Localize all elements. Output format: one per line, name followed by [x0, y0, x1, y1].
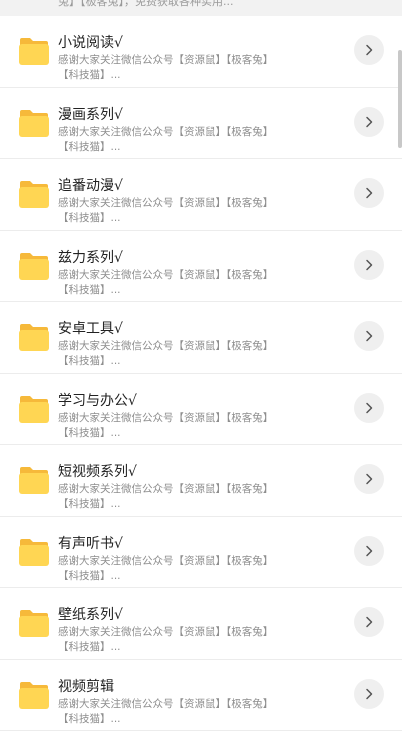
item-desc: 感谢大家关注微信公众号【资源鼠】【极客兔】【科技猫】...	[58, 53, 270, 83]
list-item[interactable]: 追番动漫√ 感谢大家关注微信公众号【资源鼠】【极客兔】【科技猫】...	[0, 159, 402, 231]
item-desc: 感谢大家关注微信公众号【资源鼠】【极客兔】【科技猫】...	[58, 411, 270, 441]
chevron-right-icon[interactable]	[354, 321, 384, 351]
item-title: 安卓工具√	[58, 318, 123, 338]
folder-icon	[18, 36, 50, 66]
chevron-right-icon[interactable]	[354, 464, 384, 494]
item-desc: 感谢大家关注微信公众号【资源鼠】【极客兔】【科技猫】...	[58, 339, 270, 369]
folder-icon	[18, 322, 50, 352]
chevron-right-icon[interactable]	[354, 536, 384, 566]
folder-icon	[18, 537, 50, 567]
chevron-right-icon[interactable]	[354, 35, 384, 65]
list-item[interactable]: 小说阅读√ 感谢大家关注微信公众号【资源鼠】【极客兔】【科技猫】...	[0, 16, 402, 88]
item-title: 漫画系列√	[58, 104, 123, 124]
list-item[interactable]: 有声听书√ 感谢大家关注微信公众号【资源鼠】【极客兔】【科技猫】...	[0, 517, 402, 589]
chevron-right-icon[interactable]	[354, 607, 384, 637]
folder-icon	[18, 251, 50, 281]
chevron-right-icon[interactable]	[354, 107, 384, 137]
item-desc: 感谢大家关注微信公众号【资源鼠】【极客兔】【科技猫】...	[58, 196, 270, 226]
list-item[interactable]: 学习与办公√ 感谢大家关注微信公众号【资源鼠】【极客兔】【科技猫】...	[0, 374, 402, 446]
item-desc: 感谢大家关注微信公众号【资源鼠】【极客兔】【科技猫】...	[58, 125, 270, 155]
item-title: 视频剪辑	[58, 676, 114, 696]
folder-icon	[18, 608, 50, 638]
folder-icon	[18, 179, 50, 209]
folder-icon	[18, 465, 50, 495]
item-desc: 感谢大家关注微信公众号【资源鼠】【极客兔】【科技猫】...	[58, 268, 270, 298]
item-desc: 感谢大家关注微信公众号【资源鼠】【极客兔】【科技猫】...	[58, 625, 270, 655]
chevron-right-icon[interactable]	[354, 679, 384, 709]
item-title: 小说阅读√	[58, 32, 123, 52]
item-title: 追番动漫√	[58, 175, 123, 195]
list-item[interactable]: 短视频系列√ 感谢大家关注微信公众号【资源鼠】【极客兔】【科技猫】...	[0, 445, 402, 517]
folder-icon	[18, 680, 50, 710]
list-item[interactable]: 视频剪辑 感谢大家关注微信公众号【资源鼠】【极客兔】【科技猫】...	[0, 660, 402, 731]
item-title: 壁纸系列√	[58, 604, 123, 624]
item-desc: 感谢大家关注微信公众号【资源鼠】【极客兔】【科技猫】...	[58, 697, 270, 727]
folder-icon	[18, 108, 50, 138]
item-desc: 感谢大家关注微信公众号【资源鼠】【极客兔】【科技猫】...	[58, 482, 270, 512]
item-title: 短视频系列√	[58, 461, 137, 481]
item-title: 学习与办公√	[58, 390, 137, 410]
list-item[interactable]: 壁纸系列√ 感谢大家关注微信公众号【资源鼠】【极客兔】【科技猫】...	[0, 588, 402, 660]
item-title: 有声听书√	[58, 533, 123, 553]
list-item[interactable]: 漫画系列√ 感谢大家关注微信公众号【资源鼠】【极客兔】【科技猫】...	[0, 88, 402, 160]
chevron-right-icon[interactable]	[354, 250, 384, 280]
chevron-right-icon[interactable]	[354, 393, 384, 423]
list-item[interactable]: 兹力系列√ 感谢大家关注微信公众号【资源鼠】【极客兔】【科技猫】...	[0, 231, 402, 303]
item-desc: 感谢大家关注微信公众号【资源鼠】【极客兔】【科技猫】...	[58, 554, 270, 584]
chevron-right-icon[interactable]	[354, 178, 384, 208]
list-item[interactable]: 安卓工具√ 感谢大家关注微信公众号【资源鼠】【极客兔】【科技猫】...	[0, 302, 402, 374]
item-title: 兹力系列√	[58, 247, 123, 267]
folder-list: 小说阅读√ 感谢大家关注微信公众号【资源鼠】【极客兔】【科技猫】... 漫画系列…	[0, 16, 402, 731]
previous-item-desc: 兔】【极客兔】，免费获取各种实用...	[58, 0, 234, 9]
folder-icon	[18, 394, 50, 424]
previous-item-partial: 兔】【极客兔】，免费获取各种实用...	[0, 0, 402, 16]
scrollbar[interactable]	[398, 50, 402, 148]
